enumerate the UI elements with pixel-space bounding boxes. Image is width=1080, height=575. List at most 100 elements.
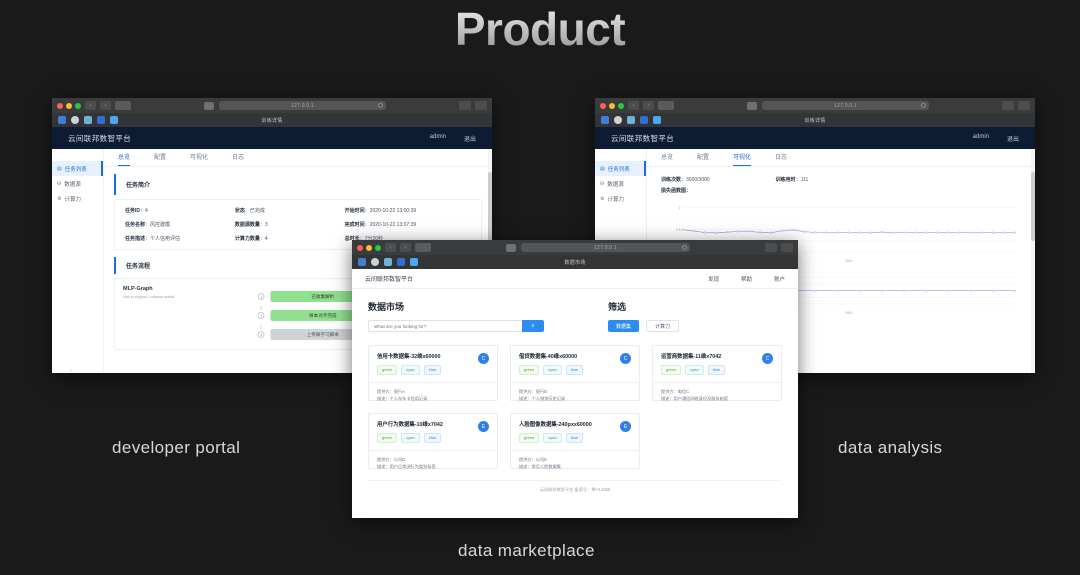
logout-button[interactable]: 退出: [1007, 134, 1019, 143]
sidebar-item-compute[interactable]: ⚙ 计算力: [52, 191, 103, 206]
back-icon[interactable]: ‹: [385, 243, 396, 252]
traffic-lights[interactable]: [600, 102, 624, 109]
market-search-block: 数据市场 ⌕: [368, 300, 544, 332]
search-input[interactable]: [368, 320, 522, 332]
tab-config[interactable]: 配置: [697, 152, 709, 166]
dataset-card[interactable]: 人脸图像数据集-240pxx60000 green cyan blue E 提供…: [510, 413, 640, 469]
minimize-icon[interactable]: [609, 102, 615, 109]
card-title: 人脸图像数据集-240pxx60000: [519, 422, 592, 428]
card-badge-icon[interactable]: C: [478, 353, 489, 364]
sidebar-toggle-icon[interactable]: [658, 101, 674, 110]
browser-chrome-bar: ‹ › 127.0.0.1: [52, 98, 492, 113]
traffic-lights[interactable]: [57, 102, 81, 109]
card-tags: green cyan blue: [661, 365, 773, 375]
address-bar[interactable]: 127.0.0.1: [219, 101, 386, 110]
address-bar[interactable]: 127.0.0.1: [520, 243, 691, 252]
close-icon[interactable]: [600, 102, 606, 109]
search-button[interactable]: ⌕: [522, 320, 544, 332]
app-name: 云间联邦数智平台: [68, 133, 132, 143]
sidebar-item-datasource[interactable]: ⛁ 数据源: [52, 176, 103, 191]
minimize-icon[interactable]: [366, 244, 372, 251]
info-value: 2020-10-22 13:07:39: [369, 222, 417, 228]
sidebar-item-compute[interactable]: ⚙ 计算力: [595, 191, 646, 206]
filter-dataset-button[interactable]: 数据集: [608, 320, 640, 332]
card-badge-icon[interactable]: C: [620, 353, 631, 364]
app-name: 云间联邦数智平台: [611, 133, 675, 143]
shield-icon: [204, 101, 215, 110]
forward-icon[interactable]: ›: [400, 243, 411, 252]
collapse-sidebar-icon[interactable]: ‹: [70, 368, 72, 373]
sidebar-toggle-icon[interactable]: [115, 101, 131, 110]
share-icon[interactable]: [459, 101, 471, 110]
share-icon[interactable]: [765, 243, 777, 252]
panel-title: 任务简介: [114, 174, 482, 195]
filter-compute-button[interactable]: 计算力: [646, 320, 680, 332]
tab-overview[interactable]: 总览: [118, 152, 131, 166]
sidebar-toggle-icon[interactable]: [415, 243, 431, 252]
cpu-icon: ⚙: [57, 195, 62, 202]
sidebar-item-label: 数据源: [607, 181, 624, 188]
nav-help[interactable]: 帮助: [741, 275, 752, 283]
tab-logs[interactable]: 日志: [232, 152, 244, 166]
card-description: 描述：用户日常浏行为类别标签: [377, 464, 436, 470]
sidebar-item-datasource[interactable]: ⛁ 数据源: [595, 176, 646, 191]
caption-data-marketplace: data marketplace: [458, 541, 595, 560]
info-value: 4: [264, 236, 268, 242]
close-icon[interactable]: [357, 244, 363, 251]
close-icon[interactable]: [57, 102, 63, 109]
new-tab-icon[interactable]: [781, 243, 793, 252]
tag: green: [519, 433, 540, 443]
info-key: 任务名称: [125, 222, 146, 228]
traffic-lights[interactable]: [357, 244, 381, 251]
nav-discover[interactable]: 发现: [708, 275, 719, 283]
dataset-card[interactable]: 信用卡数据集-32维x60000 green cyan blue C 提供方：银…: [368, 345, 498, 401]
market-heading: 数据市场: [368, 302, 405, 312]
reload-icon[interactable]: [682, 245, 688, 250]
card-description: 描述：用户通信网络身份及服务制度: [661, 396, 729, 402]
maximize-icon[interactable]: [75, 102, 81, 109]
data-marketplace-window[interactable]: ‹ › 127.0.0.1 数据市场 云间联邦数智平台 发现 帮助 账户 数据市…: [352, 240, 798, 518]
maximize-icon[interactable]: [375, 244, 381, 251]
search-bar[interactable]: ⌕: [368, 320, 544, 332]
caption-developer-portal: developer portal: [112, 438, 241, 457]
sidebar-item-tasks[interactable]: ▤ 任务列表: [52, 161, 103, 176]
stat-item: 训练次数：3000/3000: [661, 177, 710, 183]
new-tab-icon[interactable]: [475, 101, 487, 110]
card-provider: 提供方：银行B: [519, 389, 547, 394]
dataset-card[interactable]: 借贷数据集-40维x60000 green cyan blue C 提供方：银行…: [510, 345, 640, 401]
database-icon: ⛁: [600, 180, 605, 187]
nav-account[interactable]: 账户: [774, 275, 785, 283]
card-badge-icon[interactable]: E: [620, 421, 631, 432]
reload-icon[interactable]: [920, 103, 926, 108]
tab-overview[interactable]: 总览: [661, 152, 673, 166]
user-name: admin: [429, 133, 446, 140]
card-badge-icon[interactable]: C: [762, 353, 773, 364]
logout-button[interactable]: 退出: [464, 134, 476, 143]
forward-icon[interactable]: ›: [100, 101, 111, 110]
tag: cyan: [543, 365, 562, 375]
dataset-card[interactable]: 运营商数据集-11维x7042 green cyan blue C 提供方：电信…: [652, 345, 782, 401]
tab-visualization[interactable]: 可视化: [190, 152, 208, 166]
address-bar[interactable]: 127.0.0.1: [762, 101, 929, 110]
new-tab-icon[interactable]: [1018, 101, 1030, 110]
vertical-scrollbar[interactable]: [1031, 149, 1035, 373]
tab-config[interactable]: 配置: [154, 152, 166, 166]
marketplace-header: 云间联邦数智平台 发现 帮助 账户: [352, 269, 798, 289]
forward-icon[interactable]: ›: [643, 101, 654, 110]
reload-icon[interactable]: [377, 103, 383, 108]
list-icon: ▤: [57, 165, 62, 172]
minimize-icon[interactable]: [66, 102, 72, 109]
sidebar-item-tasks[interactable]: ▤ 任务列表: [595, 161, 646, 176]
share-icon[interactable]: [1002, 101, 1014, 110]
tab-logs[interactable]: 日志: [775, 152, 787, 166]
card-tags: green cyan blue: [377, 365, 489, 375]
dataset-card[interactable]: 用户行为数据集-10维x7042 green cyan blue E 提供方：公…: [368, 413, 498, 469]
card-badge-icon[interactable]: E: [478, 421, 489, 432]
training-stats: 训练次数：3000/3000 训练用时：111: [647, 167, 1035, 187]
tab-title: 训练详情: [261, 117, 283, 124]
back-icon[interactable]: ‹: [85, 101, 96, 110]
tab-visualization[interactable]: 可视化: [733, 152, 752, 166]
maximize-icon[interactable]: [618, 102, 624, 109]
back-icon[interactable]: ‹: [628, 101, 639, 110]
card-title: 借贷数据集-40维x60000: [519, 354, 578, 360]
